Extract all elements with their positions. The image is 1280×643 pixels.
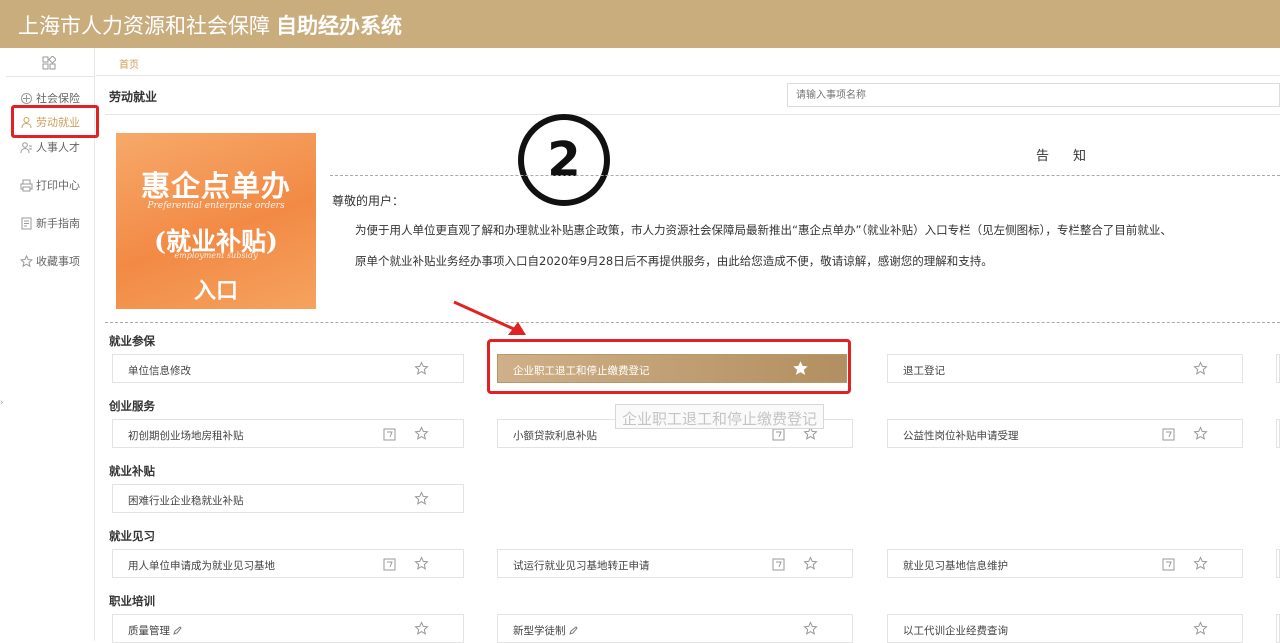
star-icon bbox=[20, 254, 33, 267]
annotation-arrow-icon bbox=[453, 300, 526, 335]
help-doc-icon[interactable] bbox=[1162, 428, 1175, 441]
notice-title: 告知 bbox=[1036, 149, 1111, 164]
subsidy-entry-banner[interactable]: 惠企点单办 Preferential enterprise orders (就业… bbox=[116, 133, 316, 309]
category-title: 创业服务 bbox=[109, 399, 155, 413]
help-doc-icon[interactable] bbox=[383, 558, 396, 571]
service-label: 单位信息修改 bbox=[128, 365, 191, 377]
favorite-star-icon[interactable] bbox=[414, 426, 429, 441]
collapse-handle[interactable]: › bbox=[0, 398, 4, 410]
sidebar-item-employment[interactable]: 劳动就业 bbox=[11, 105, 99, 138]
service-label: 退工登记 bbox=[903, 365, 945, 377]
service-label: 初创期创业场地房租补贴 bbox=[128, 430, 244, 442]
banner-english-1: Preferential enterprise orders bbox=[147, 201, 285, 211]
svg-text:2: 2 bbox=[547, 132, 580, 188]
favorite-star-icon[interactable] bbox=[414, 621, 429, 636]
service-item[interactable]: 就业见习基地信息维护 bbox=[887, 549, 1243, 578]
service-label: 以工代训企业经费查询 bbox=[903, 625, 1008, 637]
service-item-edge bbox=[1276, 419, 1280, 448]
service-label: 质量管理 bbox=[128, 623, 182, 638]
notice-paragraph-1: 为便于用人单位更直观了解和办理就业补贴惠企政策，市人力资源社会保障局最新推出“惠… bbox=[355, 223, 1172, 237]
tooltip: 企业职工退工和停止缴费登记 bbox=[615, 404, 825, 429]
favorite-star-icon[interactable] bbox=[414, 556, 429, 571]
help-doc-icon[interactable] bbox=[772, 428, 785, 441]
sidebar-item-label: 新手指南 bbox=[36, 217, 80, 230]
external-link-pen-icon bbox=[173, 626, 182, 635]
favorite-star-icon[interactable] bbox=[1193, 426, 1208, 441]
service-item[interactable]: 初创期创业场地房租补贴 bbox=[112, 419, 464, 448]
notice-divider bbox=[330, 175, 1280, 176]
favorite-star-icon[interactable] bbox=[414, 491, 429, 506]
talent-icon bbox=[20, 141, 32, 153]
service-item[interactable]: 困难行业企业稳就业补贴 bbox=[112, 484, 464, 513]
service-label: 用人单位申请成为就业见习基地 bbox=[128, 560, 275, 572]
category-title: 职业培训 bbox=[109, 594, 155, 608]
service-item[interactable]: 质量管理 bbox=[112, 614, 464, 643]
service-item[interactable]: 单位信息修改 bbox=[112, 354, 464, 383]
service-item[interactable]: 用人单位申请成为就业见习基地 bbox=[112, 549, 464, 578]
header-divider bbox=[105, 114, 1280, 115]
grid-menu-icon[interactable] bbox=[42, 56, 56, 70]
search-input[interactable] bbox=[787, 83, 1280, 107]
favorite-star-icon[interactable] bbox=[414, 361, 429, 376]
service-label: 困难行业企业稳就业补贴 bbox=[128, 495, 244, 507]
category-title: 就业补贴 bbox=[109, 464, 155, 478]
app-header: 上海市人力资源和社会保障 自助经办系统 bbox=[0, 0, 1280, 48]
service-label-text: 新型学徒制 bbox=[513, 625, 566, 637]
sidebar: 社会保险 劳动就业 人事人才 打印中心 新手指南 收藏事项 bbox=[6, 48, 99, 641]
sidebar-item-talent[interactable]: 人事人才 bbox=[20, 137, 80, 157]
service-item-edge bbox=[1276, 354, 1280, 383]
service-label-text: 质量管理 bbox=[128, 625, 170, 637]
sidebar-item-label: 人事人才 bbox=[36, 141, 80, 154]
page-title: 劳动就业 bbox=[109, 90, 158, 104]
service-label: 小额贷款利息补贴 bbox=[513, 430, 597, 442]
service-item[interactable]: 退工登记 bbox=[887, 354, 1243, 383]
category-title: 就业参保 bbox=[109, 334, 155, 348]
sidebar-item-label: 劳动就业 bbox=[36, 116, 80, 129]
favorite-star-icon[interactable] bbox=[1193, 361, 1208, 376]
app-title-main: 上海市人力资源和社会保障 bbox=[18, 14, 270, 38]
service-item[interactable]: 公益性岗位补贴申请受理 bbox=[887, 419, 1243, 448]
service-label: 新型学徒制 bbox=[513, 623, 578, 638]
annotation-highlight-box bbox=[487, 339, 851, 394]
sidebar-item-label: 社会保险 bbox=[36, 92, 80, 105]
service-item[interactable]: 以工代训企业经费查询 bbox=[887, 614, 1243, 643]
sidebar-item-favorites[interactable]: 收藏事项 bbox=[20, 251, 80, 271]
banner-entry: 入口 bbox=[193, 278, 238, 304]
sidebar-item-guide[interactable]: 新手指南 bbox=[20, 213, 80, 233]
breadcrumb-bar: 首页 bbox=[96, 48, 1280, 76]
help-doc-icon[interactable] bbox=[383, 428, 396, 441]
section-divider bbox=[105, 322, 1280, 323]
guide-icon bbox=[21, 217, 32, 229]
sidebar-separator bbox=[6, 76, 94, 77]
social-insurance-icon bbox=[21, 92, 32, 104]
sidebar-item-print-center[interactable]: 打印中心 bbox=[20, 175, 80, 195]
annotation-circle-icon: 2 bbox=[518, 114, 610, 206]
service-label: 就业见习基地信息维护 bbox=[903, 560, 1008, 572]
sidebar-item-label: 收藏事项 bbox=[36, 255, 80, 268]
favorite-star-icon[interactable] bbox=[803, 556, 818, 571]
favorite-star-icon[interactable] bbox=[1193, 556, 1208, 571]
app-title: 上海市人力资源和社会保障 自助经办系统 bbox=[18, 10, 402, 40]
sidebar-item-label: 打印中心 bbox=[36, 179, 80, 192]
category-title: 就业见习 bbox=[109, 529, 155, 543]
service-label: 公益性岗位补贴申请受理 bbox=[903, 430, 1019, 442]
employment-icon bbox=[21, 116, 32, 128]
notice-greeting: 尊敬的用户： bbox=[332, 194, 405, 208]
external-link-pen-icon bbox=[568, 626, 578, 635]
help-doc-icon[interactable] bbox=[772, 558, 785, 571]
notice-paragraph-2: 原单个就业补贴业务经办事项入口自2020年9月28日后不再提供服务，由此给您造成… bbox=[355, 254, 993, 268]
breadcrumb-home[interactable]: 首页 bbox=[119, 56, 139, 71]
banner-title: 惠企点单办 bbox=[140, 169, 291, 203]
service-item-edge bbox=[1276, 549, 1280, 578]
service-label: 试运行就业见习基地转正申请 bbox=[513, 560, 650, 572]
banner-english-2: employment subsidy bbox=[174, 251, 258, 260]
service-item[interactable]: 新型学徒制 bbox=[497, 614, 853, 643]
service-item-edge bbox=[1276, 614, 1280, 643]
help-doc-icon[interactable] bbox=[1162, 558, 1175, 571]
printer-icon bbox=[20, 179, 33, 191]
app-title-bold: 自助经办系统 bbox=[276, 14, 402, 38]
favorite-star-icon[interactable] bbox=[803, 621, 818, 636]
service-item[interactable]: 试运行就业见习基地转正申请 bbox=[497, 549, 853, 578]
favorite-star-icon[interactable] bbox=[1193, 621, 1208, 636]
